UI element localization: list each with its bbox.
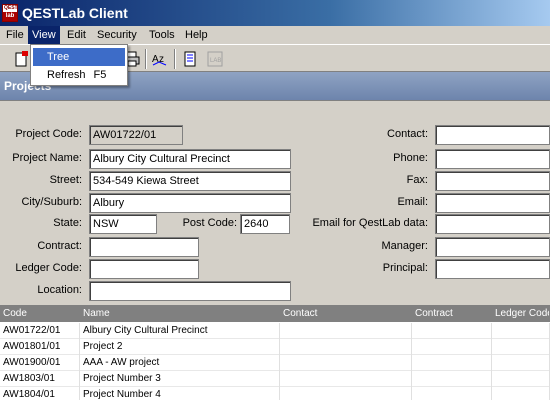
table-row[interactable]: AW01722/01 Albury City Cultural Precinct [0,323,550,339]
location-field[interactable] [89,281,291,301]
state-field[interactable]: NSW [89,214,157,234]
toolbar-separator [145,49,147,69]
phone-field[interactable] [435,149,550,169]
street-field[interactable]: 534-549 Kiewa Street [89,171,291,191]
toolbar-separator [174,49,176,69]
table-cell: AW01722/01 [0,323,80,339]
fax-label: Fax: [406,174,428,186]
grid-column-header[interactable]: Contact [280,306,412,322]
project-code-label: Project Code: [15,128,82,140]
menu-file[interactable]: File [2,26,28,44]
logo-bottom-text: lab [3,12,17,21]
new-icon[interactable] [12,49,32,69]
project-code-field[interactable]: AW01722/01 [89,125,183,145]
table-cell [492,339,550,355]
table-cell [412,355,492,371]
table-cell [280,387,412,400]
table-row[interactable]: AW01900/01 AAA - AW project [0,355,550,371]
menu-security[interactable]: Security [93,26,141,44]
svg-text:LAB: LAB [210,58,221,64]
ledger-code-field[interactable] [89,259,199,279]
principal-field[interactable] [435,259,550,279]
table-cell [412,371,492,387]
email-qestlab-label: Email for QestLab data: [312,217,428,229]
post-code-field[interactable]: 2640 [240,214,290,234]
table-row[interactable]: AW1804/01 Project Number 4 [0,387,550,400]
table-cell [412,339,492,355]
email-field[interactable] [435,193,550,213]
city-label: City/Suburb: [21,196,82,208]
table-cell: AW1804/01 [0,387,80,400]
fax-field[interactable] [435,171,550,191]
view-menu-dropdown: Tree Refresh F5 [30,44,128,86]
table-cell: AW01900/01 [0,355,80,371]
table-cell [280,339,412,355]
project-name-field[interactable]: Albury City Cultural Precinct [89,149,291,169]
table-cell: AAA - AW project [80,355,280,371]
grid-header: Code Name Contact Contract Ledger Code [0,306,550,322]
project-form: Project Code: AW01722/01 Project Name: A… [0,100,550,305]
app-logo-icon: QEST lab [2,4,18,22]
window-title: QESTLab Client [22,5,128,21]
table-cell [280,323,412,339]
city-field[interactable]: Albury [89,193,291,213]
menu-bar: File View Edit Security Tools Help [0,26,550,44]
menu-item-refresh[interactable]: Refresh F5 [33,66,125,84]
menu-item-tree-label: Tree [47,51,70,63]
post-code-label: Post Code: [182,217,237,229]
menu-help[interactable]: Help [181,26,212,44]
location-label: Location: [37,284,82,296]
manager-label: Manager: [381,240,428,252]
menu-item-refresh-label: Refresh [47,69,86,81]
principal-label: Principal: [382,262,428,274]
state-label: State: [53,217,82,229]
email-label: Email: [397,196,428,208]
table-cell: Albury City Cultural Precinct [80,323,280,339]
grid-column-header[interactable]: Ledger Code [492,306,550,322]
projects-grid: Code Name Contact Contract Ledger Code AW017… [0,305,550,400]
phone-label: Phone: [393,152,428,164]
grid-column-header[interactable]: Contract [412,306,492,322]
ledger-code-label: Ledger Code: [15,262,82,274]
qestlab-disabled-icon: LAB [205,49,225,69]
table-cell [412,323,492,339]
table-cell: Project Number 3 [80,371,280,387]
logo-top-text: QEST [4,5,18,11]
menu-item-tree[interactable]: Tree [33,48,125,66]
contact-field[interactable] [435,125,550,145]
table-row[interactable]: AW1803/01 Project Number 3 [0,371,550,387]
table-cell [412,387,492,400]
table-cell [280,371,412,387]
grid-column-header[interactable]: Name [80,306,280,322]
refresh-shortcut: F5 [93,69,107,81]
table-cell: Project Number 4 [80,387,280,400]
menu-edit[interactable]: Edit [63,26,90,44]
manager-field[interactable] [435,237,550,257]
table-cell [492,355,550,371]
project-name-label: Project Name: [12,152,82,164]
grid-column-header[interactable]: Code [0,306,80,322]
title-bar: QEST lab QESTLab Client [0,0,550,26]
menu-tools[interactable]: Tools [145,26,179,44]
street-label: Street: [49,174,82,186]
table-cell [492,371,550,387]
menu-view[interactable]: View [28,26,60,44]
contract-label: Contract: [37,240,82,252]
spell-check-icon[interactable]: Az [150,49,170,69]
contract-field[interactable] [89,237,199,257]
table-cell [280,355,412,371]
table-row[interactable]: AW01801/01 Project 2 [0,339,550,355]
email-qestlab-field[interactable] [435,214,550,234]
table-cell: AW01801/01 [0,339,80,355]
table-cell: AW1803/01 [0,371,80,387]
table-cell [492,387,550,400]
table-cell: Project 2 [80,339,280,355]
table-cell [492,323,550,339]
contact-label: Contact: [387,128,428,140]
copy-list-icon[interactable] [180,49,200,69]
